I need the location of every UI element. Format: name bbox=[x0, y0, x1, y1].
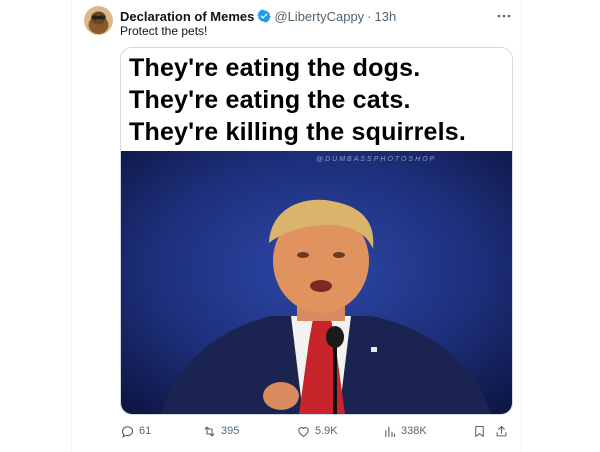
reply-button[interactable]: 61 bbox=[120, 424, 151, 439]
meme-photo bbox=[121, 151, 512, 414]
caption-line-3: They're killing the squirrels. bbox=[129, 118, 467, 146]
reply-icon bbox=[121, 425, 134, 438]
post-media[interactable]: They're eating the dogs. They're eating … bbox=[120, 47, 513, 415]
separator: · bbox=[367, 8, 372, 24]
share-button[interactable] bbox=[494, 424, 509, 439]
more-icon[interactable] bbox=[495, 7, 513, 25]
heart-icon bbox=[298, 426, 309, 437]
author-handle[interactable]: @LibertyCappy bbox=[274, 9, 364, 24]
post-text: Protect the pets! bbox=[120, 24, 208, 38]
caption-line-2: They're eating the cats. bbox=[129, 86, 411, 114]
post-header: Declaration of Memes @LibertyCappy · 13h bbox=[120, 7, 509, 25]
repost-count: 395 bbox=[221, 425, 240, 437]
reply-count: 61 bbox=[139, 425, 152, 437]
repost-icon bbox=[204, 426, 215, 436]
post-card[interactable]: Declaration of Memes @LibertyCappy · 13h… bbox=[71, 0, 522, 452]
avatar[interactable] bbox=[84, 6, 113, 35]
verified-badge-icon bbox=[257, 9, 272, 23]
like-count: 5.9K bbox=[315, 425, 338, 437]
watermark: @DUMBASSPHOTOSHOP bbox=[316, 156, 437, 163]
bookmark-icon bbox=[475, 425, 484, 437]
meme-caption: They're eating the dogs. They're eating … bbox=[121, 48, 512, 151]
bookmark-button[interactable] bbox=[472, 424, 487, 439]
views-count: 338K bbox=[401, 425, 427, 437]
views-button[interactable]: 338K bbox=[382, 424, 427, 439]
post-time[interactable]: 13h bbox=[375, 9, 397, 24]
caption-line-1: They're eating the dogs. bbox=[129, 54, 421, 82]
author-name[interactable]: Declaration of Memes bbox=[120, 9, 254, 24]
like-button[interactable]: 5.9K bbox=[296, 424, 338, 439]
action-bar: 61 395 5.9K 338K bbox=[120, 421, 511, 441]
repost-button[interactable]: 395 bbox=[202, 424, 239, 439]
share-icon bbox=[496, 425, 507, 436]
views-icon bbox=[385, 426, 396, 437]
